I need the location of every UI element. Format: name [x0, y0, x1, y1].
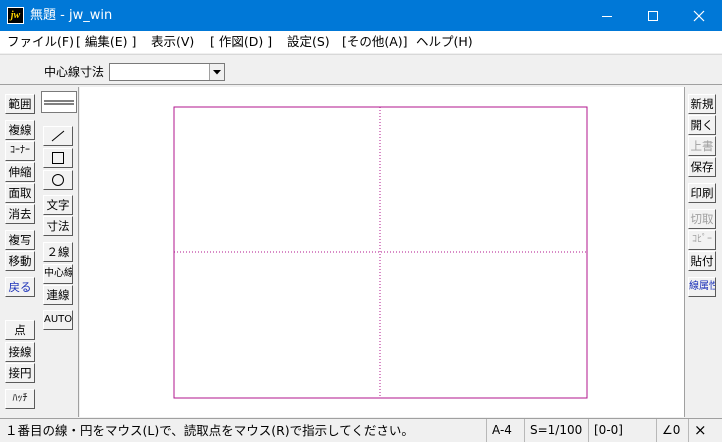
- tool-move[interactable]: 移動: [5, 251, 35, 271]
- tool-copy[interactable]: 複写: [5, 230, 35, 250]
- maximize-icon: [648, 10, 658, 21]
- menu-bar: ファイル(F) [ 編集(E) ] 表示(V) [ 作図(D) ] 設定(S) …: [0, 31, 722, 53]
- cut-button[interactable]: 切取: [688, 209, 716, 229]
- tool-polyline[interactable]: 連線: [43, 285, 73, 305]
- paper-size-indicator[interactable]: A-4: [486, 419, 524, 442]
- centerline-dimension-combo[interactable]: [109, 63, 225, 81]
- maximize-button[interactable]: [630, 0, 676, 31]
- status-message: １番目の線・円をマウス(L)で、読取点をマウス(R)で指示してください。: [5, 423, 414, 438]
- tool-centerline[interactable]: 中心線: [43, 264, 73, 284]
- status-close-icon[interactable]: ×: [688, 419, 722, 442]
- drawing-area: [173, 106, 588, 399]
- tool-tangent-circle[interactable]: 接円: [5, 363, 35, 383]
- minimize-button[interactable]: [584, 0, 630, 31]
- centerline-dimension-label: 中心線寸法: [44, 65, 105, 79]
- menu-help[interactable]: ヘルプ(H): [416, 31, 473, 53]
- tool-corner[interactable]: ｺｰﾅｰ: [5, 141, 35, 161]
- line-icon: [51, 130, 65, 142]
- title-bar: jw 無題 - jw_win: [0, 0, 722, 31]
- tool-offset-line[interactable]: 複線: [5, 120, 35, 140]
- tool-rectangle[interactable]: [43, 148, 73, 168]
- tool-double-line[interactable]: ２線: [43, 242, 73, 262]
- tool-range[interactable]: 範囲: [5, 94, 35, 114]
- chevron-down-icon: [213, 69, 221, 74]
- copy-button[interactable]: ｺﾋﾟｰ: [688, 230, 716, 250]
- menu-draw[interactable]: [ 作図(D) ]: [210, 31, 272, 53]
- tool-point[interactable]: 点: [5, 320, 35, 340]
- circle-icon: [52, 174, 64, 186]
- window-title: 無題 - jw_win: [30, 8, 113, 23]
- status-bar: １番目の線・円をマウス(L)で、読取点をマウス(R)で指示してください。 A-4…: [0, 418, 722, 442]
- paste-button[interactable]: 貼付: [688, 251, 716, 271]
- file-new-button[interactable]: 新規: [688, 94, 716, 114]
- tool-text[interactable]: 文字: [43, 195, 73, 215]
- tool-undo[interactable]: 戻る: [5, 277, 35, 297]
- combo-dropdown-button[interactable]: [209, 64, 224, 80]
- scale-indicator[interactable]: S=1/100: [524, 419, 586, 442]
- line-type-preview-icon: [44, 100, 74, 105]
- close-icon: [693, 10, 705, 21]
- menu-view[interactable]: 表示(V): [151, 31, 194, 53]
- tool-chamfer[interactable]: 面取: [5, 183, 35, 203]
- tool-auto[interactable]: AUTO: [43, 310, 73, 330]
- line-type-selector[interactable]: [41, 91, 77, 113]
- minimize-icon: [602, 15, 612, 17]
- jw-app-icon[interactable]: jw: [7, 7, 24, 24]
- menu-file[interactable]: ファイル(F): [7, 31, 74, 53]
- tool-options-bar: 中心線寸法: [0, 54, 722, 85]
- tool-erase[interactable]: 消去: [5, 204, 35, 224]
- file-save-button[interactable]: 保存: [688, 157, 716, 177]
- close-button[interactable]: [676, 0, 722, 31]
- print-button[interactable]: 印刷: [688, 183, 716, 203]
- tool-line[interactable]: [43, 126, 73, 146]
- menu-other[interactable]: [その他(A)]: [342, 31, 408, 53]
- layer-indicator[interactable]: [0-0]: [588, 419, 654, 442]
- tool-dimension[interactable]: 寸法: [43, 216, 73, 236]
- file-overwrite-button[interactable]: 上書: [688, 136, 716, 156]
- tool-tangent-line[interactable]: 接線: [5, 342, 35, 362]
- drawing-canvas[interactable]: [80, 87, 684, 417]
- line-attribute-button[interactable]: 線属性: [688, 277, 716, 297]
- tool-hatch[interactable]: ﾊｯﾁ: [5, 389, 35, 409]
- menu-settings[interactable]: 設定(S): [287, 31, 330, 53]
- tool-circle[interactable]: [43, 170, 73, 190]
- menu-edit[interactable]: [ 編集(E) ]: [76, 31, 136, 53]
- angle-indicator[interactable]: ∠0: [656, 419, 686, 442]
- file-open-button[interactable]: 開く: [688, 115, 716, 135]
- rectangle-icon: [52, 152, 64, 164]
- tool-stretch[interactable]: 伸縮: [5, 162, 35, 182]
